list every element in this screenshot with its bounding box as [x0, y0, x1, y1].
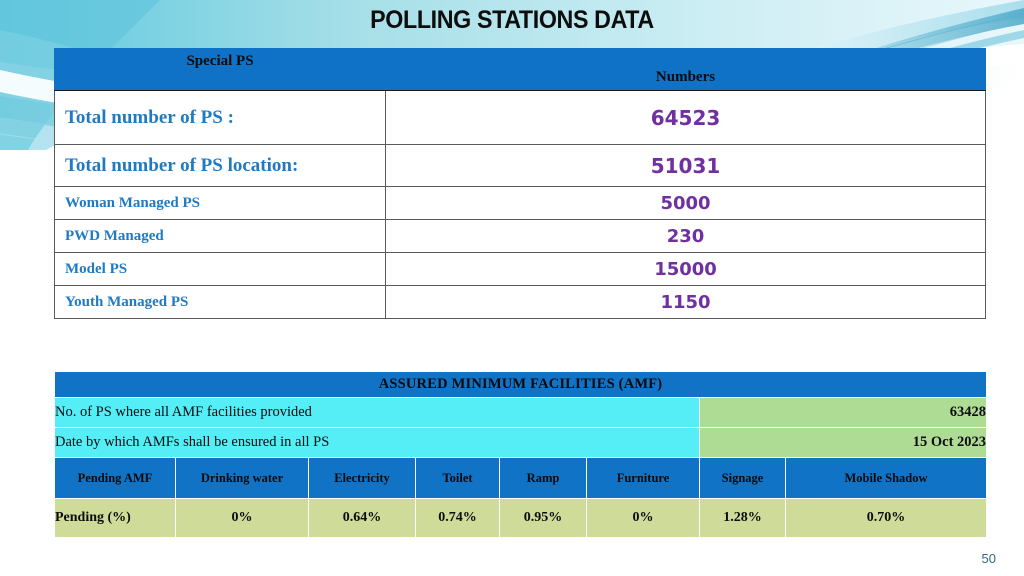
row-value-total-number-of-ps: 64523 — [385, 90, 986, 145]
page-title: POLLING STATIONS DATA — [370, 6, 654, 34]
amf-summary-row: No. of PS where all AMF facilities provi… — [54, 397, 988, 428]
table-row: Model PS 15000 — [54, 252, 986, 286]
amf-title: ASSURED MINIMUM FACILITIES (AMF) — [53, 371, 988, 398]
row-value-total-number-of-ps-location: 51031 — [385, 144, 986, 187]
amf-title-row: ASSURED MINIMUM FACILITIES (AMF) — [53, 371, 988, 398]
amf-values-row: Pending (%) 0% 0.64% 0.74% 0.95% 0% 1.28… — [54, 498, 988, 538]
row-label-model-ps: Model PS — [54, 252, 386, 286]
amf-col-mobile-shadow: Mobile Shadow — [784, 457, 988, 499]
table-row: Youth Managed PS 1150 — [54, 285, 986, 319]
amf-col-furniture: Furniture — [586, 457, 700, 499]
column-header-numbers: Numbers — [385, 48, 986, 91]
amf-value-ramp: 0.95% — [499, 498, 587, 538]
amf-col-ramp: Ramp — [499, 457, 587, 499]
table-row: PWD Managed 230 — [54, 219, 986, 253]
amf-answer-target-date: 15 Oct 2023 — [698, 427, 988, 458]
amf-question-target-date: Date by which AMFs shall be ensured in a… — [54, 427, 700, 458]
row-label-woman-managed-ps: Woman Managed PS — [54, 186, 386, 220]
amf-answer-all-facilities: 63428 — [698, 397, 988, 428]
table-row: Total number of PS location: 51031 — [54, 144, 986, 187]
row-label-total-number-of-ps: Total number of PS : — [54, 90, 386, 145]
polling-stations-table: Special PS Numbers Total number of PS : … — [54, 48, 986, 319]
row-value-pwd-managed: 230 — [385, 219, 986, 253]
row-label-pwd-managed: PWD Managed — [54, 219, 386, 253]
amf-value-mobile-shadow: 0.70% — [784, 498, 988, 538]
amf-col-electricity: Electricity — [308, 457, 416, 499]
table-row: Total number of PS : 64523 — [54, 90, 986, 145]
page-number: 50 — [981, 551, 996, 566]
amf-value-furniture: 0% — [586, 498, 700, 538]
amf-value-drinking-water: 0% — [175, 498, 309, 538]
amf-col-signage: Signage — [699, 457, 786, 499]
amf-value-toilet: 0.74% — [415, 498, 500, 538]
row-label-total-number-of-ps-location: Total number of PS location: — [54, 144, 386, 187]
amf-value-pending-label: Pending (%) — [54, 498, 176, 538]
amf-value-signage: 1.28% — [699, 498, 786, 538]
column-header-special-ps: Special PS — [54, 48, 386, 91]
amf-col-toilet: Toilet — [415, 457, 500, 499]
row-value-woman-managed-ps: 5000 — [385, 186, 986, 220]
amf-col-pending-amf: Pending AMF — [54, 457, 176, 499]
amf-question-all-facilities: No. of PS where all AMF facilities provi… — [54, 397, 700, 428]
table-row: Woman Managed PS 5000 — [54, 186, 986, 220]
amf-column-header-row: Pending AMF Drinking water Electricity T… — [54, 457, 988, 499]
amf-table: ASSURED MINIMUM FACILITIES (AMF) No. of … — [53, 371, 988, 538]
amf-value-electricity: 0.64% — [308, 498, 416, 538]
row-value-model-ps: 15000 — [385, 252, 986, 286]
row-label-youth-managed-ps: Youth Managed PS — [54, 285, 386, 319]
table-header-row: Special PS Numbers — [54, 48, 986, 91]
row-value-youth-managed-ps: 1150 — [385, 285, 986, 319]
amf-col-drinking-water: Drinking water — [175, 457, 309, 499]
amf-summary-row: Date by which AMFs shall be ensured in a… — [54, 427, 988, 458]
